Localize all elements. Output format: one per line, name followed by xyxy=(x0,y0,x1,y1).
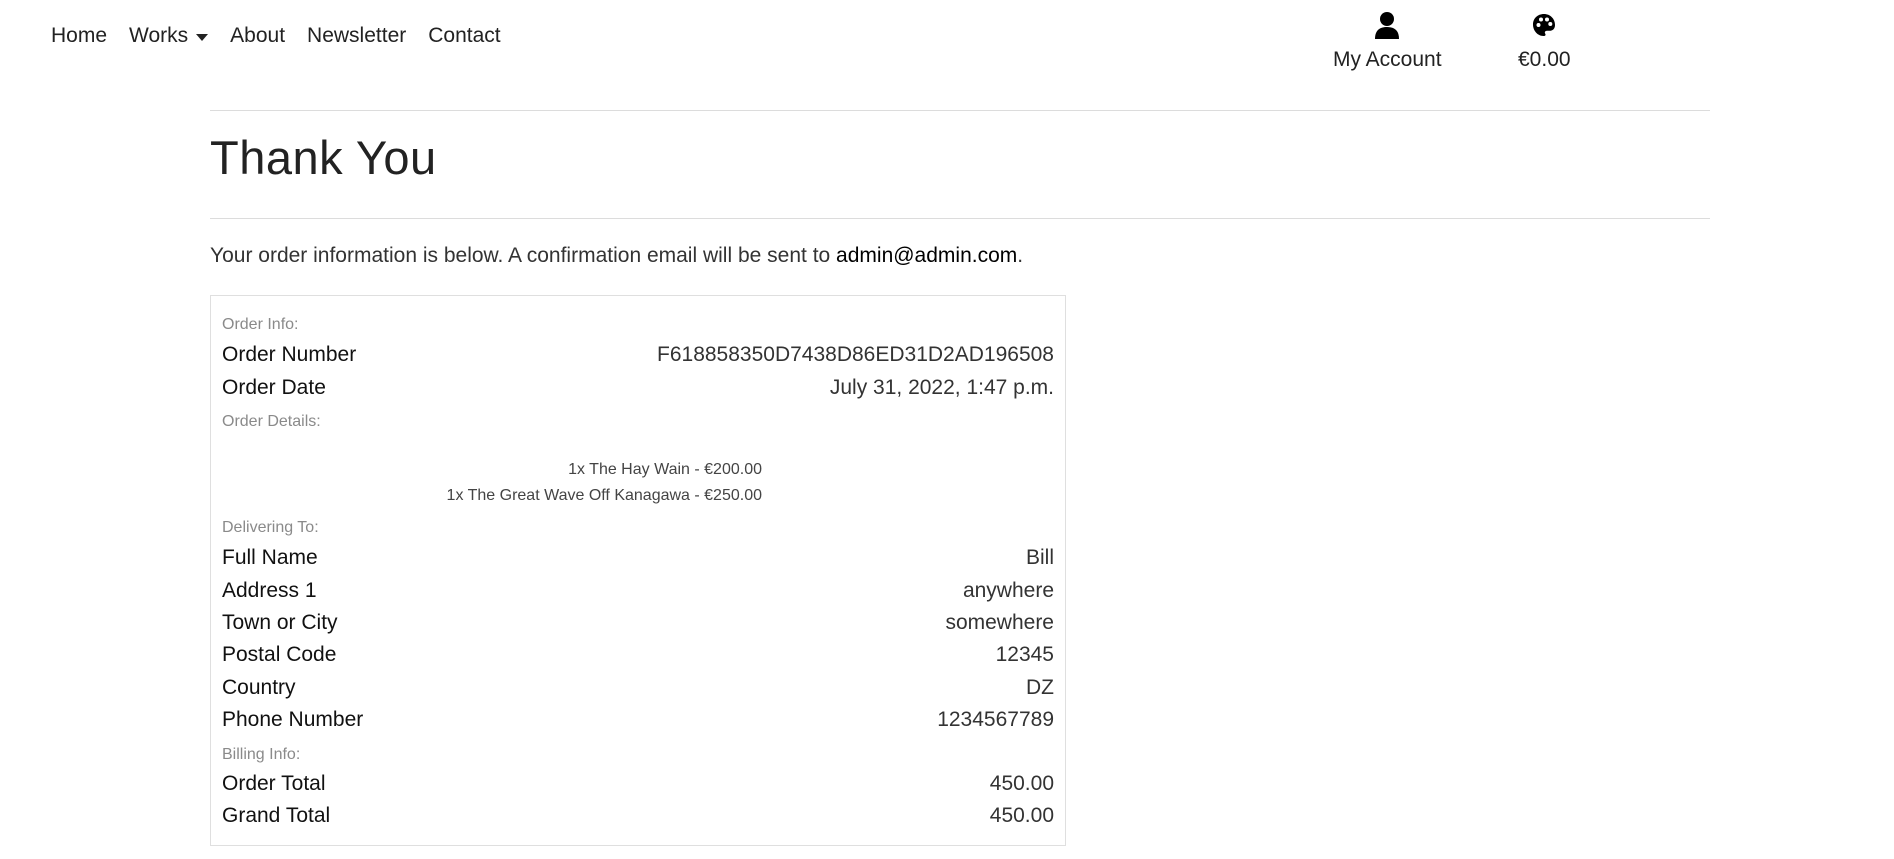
divider xyxy=(210,110,1710,111)
delivering-to-heading: Delivering To: xyxy=(222,519,319,536)
order-info-heading: Order Info: xyxy=(222,316,299,333)
phone-number-label: Phone Number xyxy=(222,708,364,731)
my-account-link[interactable]: My Account xyxy=(1333,10,1442,72)
line-item: 1x The Hay Wain - €200.00 xyxy=(568,461,762,478)
town-or-city-label: Town or City xyxy=(222,611,338,634)
order-date-value: July 31, 2022, 1:47 p.m. xyxy=(829,376,1054,399)
grand-total-value: 450.00 xyxy=(989,804,1054,827)
intro-end: . xyxy=(1017,244,1024,267)
country-label: Country xyxy=(222,676,296,699)
address-1-value: anywhere xyxy=(962,579,1054,602)
shopping-bag-link[interactable]: €0.00 xyxy=(1518,10,1571,72)
order-number-label: Order Number xyxy=(222,343,357,366)
nav-home[interactable]: Home xyxy=(51,24,107,48)
bag-total: €0.00 xyxy=(1518,48,1571,71)
caret-down-icon xyxy=(196,33,209,41)
my-account-label: My Account xyxy=(1333,48,1442,71)
intro-message: Your order information is below. A confi… xyxy=(210,244,837,267)
intro-email: admin@admin.com xyxy=(836,244,1018,267)
nav-works-dropdown[interactable]: Works xyxy=(129,24,209,48)
page-title: Thank You xyxy=(210,131,437,184)
nav-about-label: About xyxy=(230,24,286,47)
order-total-value: 450.00 xyxy=(989,772,1054,795)
order-total-label: Order Total xyxy=(222,772,326,795)
full-name-value: Bill xyxy=(1025,546,1054,569)
nav-home-label: Home xyxy=(51,24,108,47)
nav-contact-label: Contact xyxy=(428,24,501,47)
intro-text: Your order information is below. A confi… xyxy=(210,244,1023,268)
full-name-label: Full Name xyxy=(222,546,318,569)
grand-total-label: Grand Total xyxy=(222,804,331,827)
main-nav: Home Works About Newsletter Contact xyxy=(51,24,523,48)
order-date-label: Order Date xyxy=(222,376,326,399)
line-item: 1x The Great Wave Off Kanagawa - €250.00 xyxy=(446,487,762,504)
country-value: DZ xyxy=(1026,676,1054,699)
billing-info-heading: Billing Info: xyxy=(222,746,301,763)
nav-works-label: Works xyxy=(129,24,189,47)
nav-newsletter[interactable]: Newsletter xyxy=(307,24,406,48)
nav-newsletter-label: Newsletter xyxy=(307,24,407,47)
palette-icon xyxy=(1532,10,1556,40)
address-1-label: Address 1 xyxy=(222,579,317,602)
divider xyxy=(210,218,1710,219)
postal-code-value: 12345 xyxy=(995,643,1054,666)
order-details-heading: Order Details: xyxy=(222,413,321,430)
nav-about[interactable]: About xyxy=(230,24,285,48)
order-number-value: F618858350D7438D86ED31D2AD196508 xyxy=(657,343,1054,366)
order-summary-card: Order Info: Order Number F618858350D7438… xyxy=(210,295,1066,846)
user-icon xyxy=(1374,10,1400,40)
phone-number-value: 1234567789 xyxy=(937,708,1054,731)
nav-contact[interactable]: Contact xyxy=(428,24,500,48)
postal-code-label: Postal Code xyxy=(222,643,337,666)
town-or-city-value: somewhere xyxy=(945,611,1054,634)
